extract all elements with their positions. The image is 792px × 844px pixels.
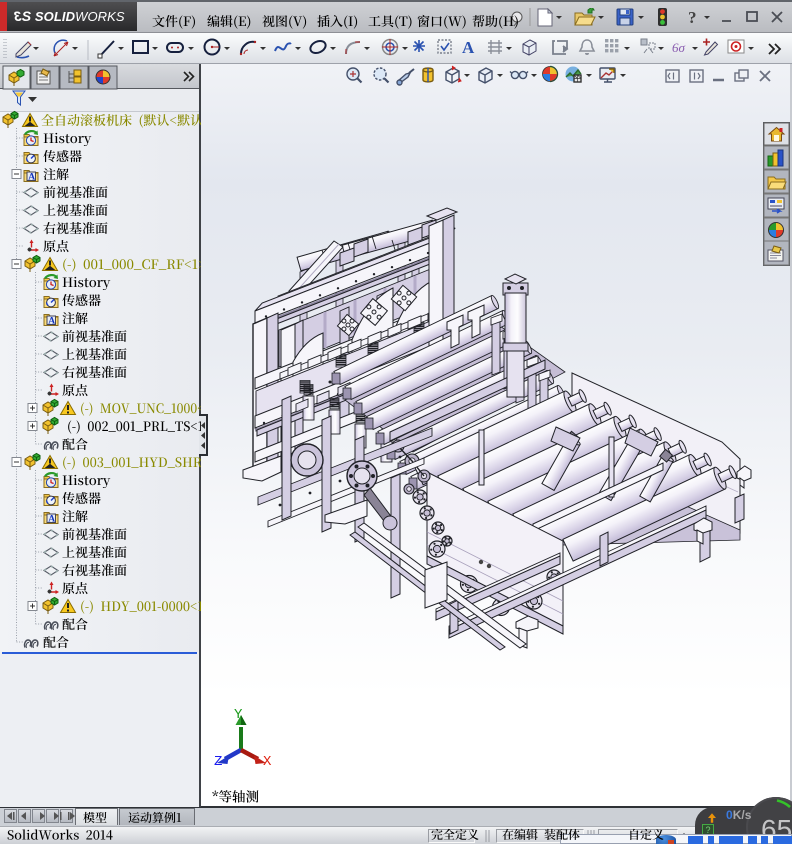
svg-text:Y: Y: [234, 707, 243, 723]
svg-text:6σ: 6σ: [672, 40, 686, 55]
svg-text:X: X: [263, 754, 272, 770]
svg-text:?: ?: [688, 8, 697, 27]
svg-text:A: A: [462, 38, 475, 57]
svg-text:Z: Z: [214, 754, 222, 770]
